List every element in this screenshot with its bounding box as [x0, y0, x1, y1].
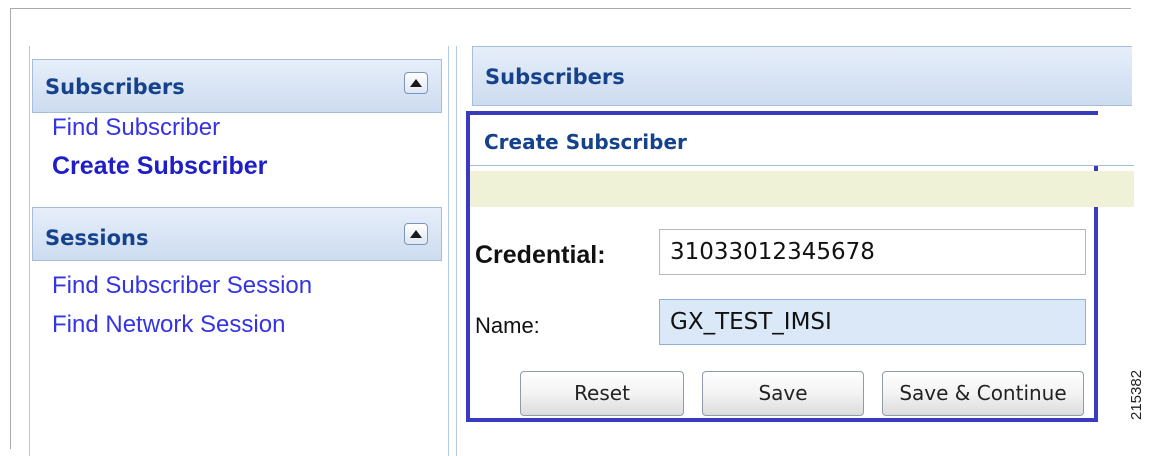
subscribers-panel-title: Subscribers: [45, 75, 185, 99]
save-continue-button[interactable]: Save & Continue: [882, 371, 1084, 416]
collapse-subscribers-button[interactable]: [404, 72, 428, 94]
main-panel-title: Subscribers: [485, 65, 625, 89]
credential-input[interactable]: [659, 229, 1086, 275]
find-subscriber-link[interactable]: Find Subscriber: [52, 114, 220, 142]
save-button[interactable]: Save: [702, 371, 864, 416]
message-strip: [470, 171, 1134, 207]
create-subscriber-form: Create Subscriber Credential: Name: Rese…: [466, 111, 1134, 422]
chevron-up-icon: [410, 230, 422, 238]
collapse-sessions-button[interactable]: [404, 223, 428, 245]
sessions-panel-title: Sessions: [45, 226, 149, 250]
find-network-session-link[interactable]: Find Network Session: [52, 311, 285, 339]
form-title: Create Subscriber: [484, 130, 687, 154]
sessions-panel-header: Sessions: [32, 207, 442, 261]
find-subscriber-session-link[interactable]: Find Subscriber Session: [52, 272, 312, 300]
reset-button[interactable]: Reset: [520, 371, 684, 416]
credential-label: Credential:: [475, 241, 606, 269]
pane-divider[interactable]: [456, 46, 457, 456]
name-label: Name:: [475, 313, 540, 338]
create-subscriber-link[interactable]: Create Subscriber: [52, 152, 267, 181]
main-panel-header: Subscribers: [472, 46, 1132, 106]
subscribers-panel-header: Subscribers: [32, 59, 442, 113]
name-input[interactable]: [659, 299, 1086, 345]
chevron-up-icon: [410, 79, 422, 87]
form-header: Create Subscriber: [470, 115, 1134, 166]
